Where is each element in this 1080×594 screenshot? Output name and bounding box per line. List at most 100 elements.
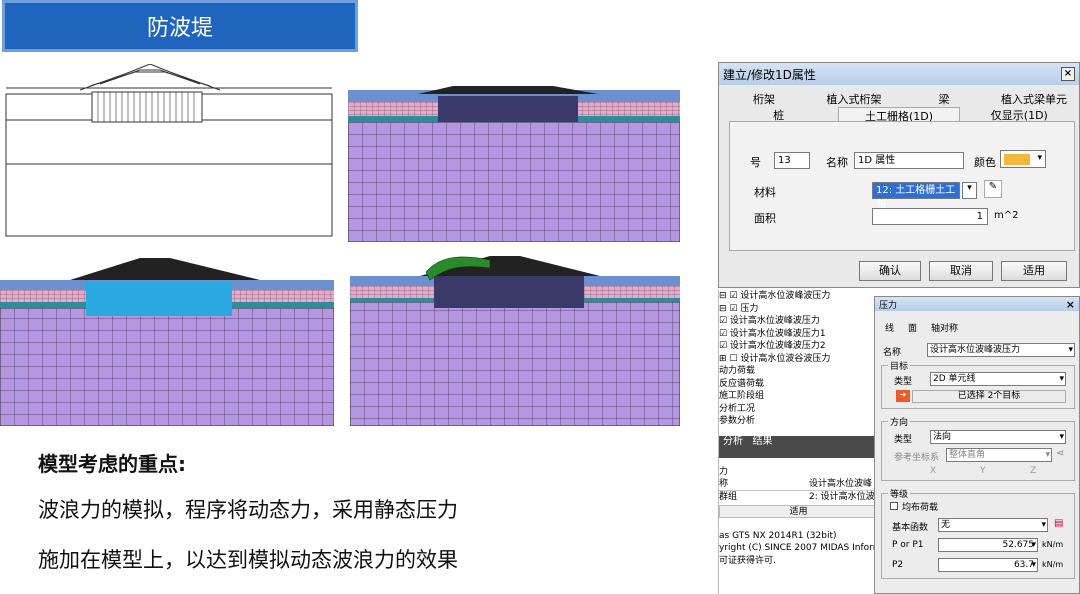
- chevron-down-icon: ▾: [1037, 153, 1042, 163]
- pressure-dialog: 压力 × 线 面 轴对称 名称 设计高水位波峰波压力 目标 类型 2D 单元线 …: [874, 296, 1080, 594]
- dialog-title-bar: 建立/修改1D属性 ×: [719, 63, 1079, 85]
- dialog-title: 建立/修改1D属性: [723, 67, 816, 82]
- tree-item[interactable]: ⊟ ☑ 压力: [719, 303, 878, 316]
- tree-item[interactable]: ☑ 设计高水位波峰波压力: [719, 315, 878, 328]
- axis-x[interactable]: X: [930, 466, 936, 476]
- direction-group-label: 方向: [888, 415, 911, 428]
- property-1d-dialog: 建立/修改1D属性 × 桁架 植入式桁架 梁 植入式梁单元 桩 土工栅格(1D)…: [718, 62, 1080, 288]
- cancel-button[interactable]: 取消: [929, 261, 993, 281]
- ok-button[interactable]: 确认: [859, 261, 921, 281]
- log-line: as GTS NX 2014R1 (32bit): [719, 530, 837, 541]
- direction-group: 方向 类型 法向 参考坐标系 整体直角 ⋖ X Y Z: [881, 415, 1075, 481]
- p1-unit: kN/m: [1042, 540, 1064, 549]
- tab-face[interactable]: 面: [908, 321, 917, 334]
- dialog-title: 压力: [879, 300, 898, 311]
- property-panel: 号 13 名称 1D 属性 颜色 ▾ 材料 12: 土工格栅土工布 ▾ ✎ 面积…: [729, 121, 1075, 251]
- log-line: yright (C) SINCE 2007 MIDAS Informat: [719, 543, 878, 553]
- base-func-label: 基本函数: [892, 523, 929, 533]
- tree-item[interactable]: ⊞ ☐ 设计高水位波谷波压力: [719, 353, 878, 366]
- function-icon[interactable]: ▤: [1054, 518, 1063, 529]
- analysis-tabs: 分析 结果: [719, 435, 878, 458]
- tree-item[interactable]: 反应谱荷载: [719, 378, 878, 391]
- pressure-tabs: 线 面 轴对称: [885, 321, 958, 334]
- selected-targets: 已选择 2个目标: [912, 390, 1066, 403]
- uniform-label: 均布荷载: [902, 503, 939, 513]
- p2-label: P2: [892, 560, 904, 570]
- tab-row-1: 桁架 植入式桁架 梁 植入式梁单元: [719, 91, 1079, 107]
- dialog-title-bar: 压力 ×: [875, 297, 1079, 311]
- coord-label: 参考坐标系: [894, 453, 940, 463]
- chevron-down-icon[interactable]: ▾: [962, 182, 977, 199]
- uniform-checkbox[interactable]: [890, 502, 898, 510]
- model-outline-view: [5, 64, 333, 237]
- select-target-icon[interactable]: ➜: [896, 390, 910, 402]
- material-select[interactable]: 12: 土工格栅土工布: [872, 182, 960, 211]
- coord-select[interactable]: 整体直角: [946, 448, 1052, 462]
- area-unit: m^2: [994, 210, 1019, 221]
- log-line: 可证获得许可.: [719, 555, 776, 566]
- axis-y[interactable]: Y: [980, 466, 986, 476]
- name-label: 名称: [883, 348, 902, 358]
- notes-heading: 模型考虑的重点:: [38, 452, 186, 476]
- model-mesh-view: [348, 86, 680, 242]
- property-key: 称: [719, 479, 729, 489]
- tree-item[interactable]: 动力荷载: [719, 365, 878, 378]
- axis-z[interactable]: Z: [1030, 466, 1036, 476]
- tab-beam[interactable]: 梁: [899, 91, 989, 107]
- p2-unit: kN/m: [1042, 560, 1064, 569]
- tab-embedded-truss[interactable]: 植入式桁架: [809, 91, 899, 107]
- property-value: 设计高水位波峰: [809, 479, 873, 489]
- tab-line[interactable]: 线: [885, 321, 894, 334]
- property-row: 群组 2: 设计高水位波: [719, 491, 878, 504]
- load-tree-panel: ⊟ ☑ 设计高水位波峰波压力 ⊟ ☑ 压力 ☑ 设计高水位波峰波压力 ☑ 设计高…: [718, 290, 878, 594]
- area-label: 面积: [754, 212, 776, 225]
- level-group: 等级 均布荷载 基本函数 无 ▤ P or P1 52.675 kN/m P2 …: [881, 487, 1075, 579]
- color-label: 颜色: [974, 156, 996, 169]
- area-field[interactable]: 1: [872, 208, 988, 225]
- tree-item[interactable]: 分析工况: [719, 403, 878, 416]
- p1-field[interactable]: 52.675: [938, 538, 1038, 552]
- tab-analysis[interactable]: 分析: [723, 436, 743, 447]
- p1-label: P or P1: [892, 540, 924, 550]
- direction-select[interactable]: 法向: [930, 430, 1066, 444]
- material-edit-icon[interactable]: ✎: [984, 180, 1002, 198]
- target-group: 目标 类型 2D 单元线 ➜ 已选择 2个目标: [881, 359, 1075, 409]
- tree-item[interactable]: ☑ 设计高水位波峰波压力1: [719, 328, 878, 341]
- tab-result[interactable]: 结果: [753, 436, 773, 447]
- tree-item[interactable]: ⊟ ☑ 设计高水位波峰波压力: [719, 290, 878, 303]
- model-load-view: [350, 256, 680, 426]
- id-field[interactable]: 13: [774, 152, 810, 169]
- material-label: 材料: [754, 186, 776, 199]
- tree-item[interactable]: ☑ 设计高水位波峰波压力2: [719, 340, 878, 353]
- p2-field[interactable]: 63.7: [938, 558, 1038, 572]
- id-label: 号: [750, 156, 761, 169]
- name-label: 名称: [826, 156, 848, 169]
- tree-item[interactable]: 参数分析: [719, 415, 878, 428]
- level-group-label: 等级: [888, 487, 911, 500]
- notes-line-2: 施加在模型上，以达到模拟动态波浪力的效果: [38, 548, 458, 572]
- property-heading: 力: [719, 466, 729, 477]
- name-field[interactable]: 设计高水位波峰波压力: [927, 343, 1075, 357]
- property-row: 称 设计高水位波峰: [719, 478, 878, 491]
- tab-truss[interactable]: 桁架: [719, 91, 809, 107]
- type-select[interactable]: 2D 单元线: [930, 372, 1066, 386]
- apply-button[interactable]: 适用: [1001, 261, 1067, 281]
- direction-type-label: 类型: [894, 435, 913, 445]
- name-field[interactable]: 1D 属性: [854, 152, 964, 169]
- type-label: 类型: [894, 377, 913, 387]
- coord-icon[interactable]: ⋖: [1056, 448, 1064, 459]
- tab-embedded-beam[interactable]: 植入式梁单元: [989, 91, 1079, 107]
- base-func-select[interactable]: 无: [938, 518, 1048, 532]
- tab-axisymmetric[interactable]: 轴对称: [931, 321, 958, 334]
- property-value: 2: 设计高水位波: [809, 491, 875, 502]
- model-caisson-view: [0, 258, 334, 426]
- color-swatch: [1004, 154, 1030, 165]
- section-title: 防波堤: [2, 0, 358, 52]
- property-key: 群组: [719, 491, 738, 502]
- tree-item[interactable]: 施工阶段组: [719, 390, 878, 403]
- close-icon[interactable]: ×: [1066, 298, 1075, 311]
- close-icon[interactable]: ×: [1061, 67, 1075, 81]
- color-picker[interactable]: ▾: [1000, 150, 1046, 168]
- apply-button[interactable]: 适用: [719, 505, 878, 518]
- notes-line-1: 波浪力的模拟，程序将动态力，采用静态压力: [38, 498, 458, 522]
